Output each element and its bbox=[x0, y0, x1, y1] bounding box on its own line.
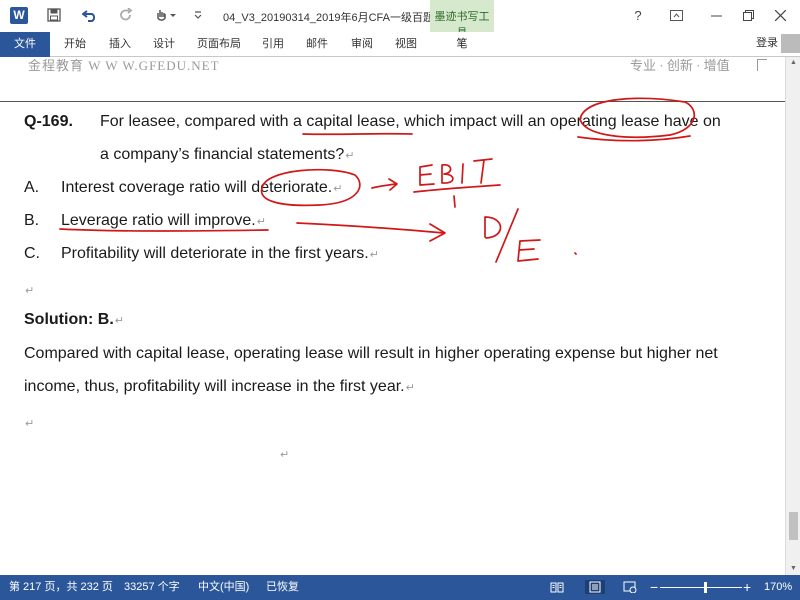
header-divider bbox=[0, 101, 785, 102]
option-c-text-content: Profitability will deteriorate in the fi… bbox=[61, 245, 369, 262]
ink-letter-e bbox=[419, 164, 435, 186]
ink-underline-capital-lease bbox=[302, 132, 413, 136]
option-c-letter: C. bbox=[24, 245, 40, 262]
ink-dot bbox=[574, 252, 577, 255]
paragraph-mark: ↵ bbox=[405, 382, 415, 394]
ink-arrow-b bbox=[296, 222, 446, 242]
empty-paragraph: ↵ bbox=[24, 281, 34, 299]
paragraph-mark: ↵ bbox=[256, 216, 266, 228]
ink-underline-operating-lease bbox=[577, 135, 691, 142]
explanation-line-2: income, thus, profitability will increas… bbox=[24, 378, 415, 396]
ink-letter-i1 bbox=[461, 163, 464, 184]
close-icon bbox=[774, 9, 786, 21]
save-icon[interactable] bbox=[41, 4, 67, 26]
tab-review[interactable]: 审阅 bbox=[351, 32, 373, 57]
page-header-right: 专业 · 创新 · 增值 bbox=[630, 58, 730, 73]
document-page[interactable]: 金程教育 W W W.GFEDU.NET 专业 · 创新 · 增值 Q-169.… bbox=[0, 57, 785, 575]
solution-heading: Solution: B.↵ bbox=[24, 311, 124, 329]
language-indicator[interactable]: 中文(中国) bbox=[198, 575, 249, 600]
zoom-in-button[interactable]: + bbox=[743, 575, 751, 600]
paragraph-mark: ↵ bbox=[369, 249, 379, 261]
print-layout-button[interactable] bbox=[585, 580, 605, 594]
print-layout-icon bbox=[589, 581, 601, 593]
customize-icon[interactable] bbox=[188, 4, 208, 26]
help-button[interactable]: ? bbox=[622, 0, 654, 30]
ink-letter-t bbox=[473, 158, 493, 184]
ink-slash bbox=[495, 208, 519, 263]
minimize-button[interactable] bbox=[700, 0, 732, 30]
word-count[interactable]: 33257 个字 bbox=[124, 575, 180, 600]
tab-mailings[interactable]: 邮件 bbox=[306, 32, 328, 57]
tab-file[interactable]: 文件 bbox=[0, 32, 50, 57]
title-bar: W 04_V3_20190314_2019年6月CFA一级百题预... 墨迹书写… bbox=[0, 0, 800, 57]
page-count[interactable]: 第 217 页，共 232 页 bbox=[9, 575, 113, 600]
sign-in-link[interactable]: 登录 bbox=[756, 32, 778, 57]
option-c-text: Profitability will deteriorate in the fi… bbox=[61, 245, 379, 263]
ink-letter-e2 bbox=[517, 239, 541, 262]
tab-design[interactable]: 设计 bbox=[153, 32, 175, 57]
read-mode-button[interactable] bbox=[549, 580, 565, 594]
paragraph-mark: ↵ bbox=[114, 315, 124, 327]
web-layout-icon bbox=[623, 581, 637, 593]
question-text-line-1: For leasee, compared with a capital leas… bbox=[100, 113, 721, 130]
option-b-text: Leverage ratio will improve.↵ bbox=[61, 212, 266, 230]
avatar[interactable] bbox=[781, 34, 800, 53]
ribbon-display-options-button[interactable] bbox=[660, 0, 692, 30]
page-header-left: 金程教育 W W W.GFEDU.NET bbox=[28, 58, 220, 73]
empty-paragraph: ↵ bbox=[279, 445, 289, 463]
word-app-icon[interactable]: W bbox=[10, 7, 28, 24]
margin-corner-mark bbox=[757, 59, 767, 71]
option-a-letter: A. bbox=[24, 179, 40, 196]
paragraph-mark: ↵ bbox=[333, 183, 343, 195]
document-title: 04_V3_20190314_2019年6月CFA一级百题预... bbox=[223, 12, 455, 24]
ink-arrow-a bbox=[371, 178, 398, 191]
restore-icon bbox=[742, 9, 754, 21]
empty-paragraph: ↵ bbox=[24, 414, 34, 432]
redo-icon[interactable] bbox=[113, 4, 139, 26]
zoom-slider[interactable] bbox=[660, 587, 742, 588]
zoom-level[interactable]: 170% bbox=[764, 575, 792, 600]
status-bar: 第 217 页，共 232 页 33257 个字 中文(中国) 已恢复 − + … bbox=[0, 575, 800, 600]
read-mode-icon bbox=[550, 582, 564, 593]
tab-view[interactable]: 视图 bbox=[395, 32, 417, 57]
ink-letter-i2 bbox=[453, 195, 456, 208]
ink-letter-b bbox=[441, 163, 454, 184]
question-text-line-2-content: a company’s financial statements? bbox=[100, 146, 345, 163]
paragraph-mark: ↵ bbox=[25, 418, 35, 430]
tab-home[interactable]: 开始 bbox=[64, 32, 86, 57]
vertical-scrollbar[interactable]: ▲ ▼ bbox=[785, 57, 800, 575]
option-b-text-content: Leverage ratio will improve. bbox=[61, 212, 256, 229]
question-text-line-2: a company’s financial statements?↵ bbox=[100, 146, 355, 164]
scroll-up-icon[interactable]: ▲ bbox=[786, 57, 800, 69]
undo-icon[interactable] bbox=[77, 4, 103, 26]
scroll-down-icon[interactable]: ▼ bbox=[786, 563, 800, 575]
tab-insert[interactable]: 插入 bbox=[109, 32, 131, 57]
ink-letter-d bbox=[484, 216, 502, 239]
explanation-line-2-content: income, thus, profitability will increas… bbox=[24, 378, 405, 395]
zoom-out-button[interactable]: − bbox=[650, 575, 658, 600]
solution-heading-text: Solution: B. bbox=[24, 311, 114, 328]
recovered-status: 已恢复 bbox=[266, 581, 299, 593]
tab-pen[interactable]: 笔 bbox=[430, 32, 494, 57]
restore-button[interactable] bbox=[732, 0, 764, 30]
question-number: Q-169. bbox=[24, 113, 73, 130]
tab-page-layout[interactable]: 页面布局 bbox=[197, 32, 241, 57]
paragraph-mark: ↵ bbox=[345, 150, 355, 162]
minimize-icon bbox=[710, 15, 722, 16]
help-icon: ? bbox=[634, 7, 642, 23]
paragraph-mark: ↵ bbox=[280, 449, 290, 461]
close-button[interactable] bbox=[764, 0, 796, 30]
zoom-slider-thumb[interactable] bbox=[704, 582, 708, 593]
touch-mode-icon[interactable] bbox=[150, 4, 182, 26]
web-layout-button[interactable] bbox=[622, 580, 638, 594]
ribbon-display-icon bbox=[669, 9, 683, 21]
scroll-thumb[interactable] bbox=[789, 512, 798, 540]
option-a-text-content: Interest coverage ratio will deteriorate… bbox=[61, 179, 333, 196]
explanation-line-1: Compared with capital lease, operating l… bbox=[24, 345, 718, 362]
option-a-text: Interest coverage ratio will deteriorate… bbox=[61, 179, 342, 197]
option-b-letter: B. bbox=[24, 212, 40, 229]
ink-fraction-bar bbox=[413, 184, 501, 193]
tab-references[interactable]: 引用 bbox=[262, 32, 284, 57]
paragraph-mark: ↵ bbox=[25, 285, 35, 297]
